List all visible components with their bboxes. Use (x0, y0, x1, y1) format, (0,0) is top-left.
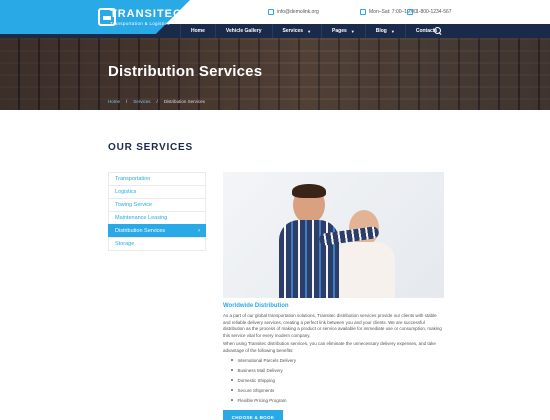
breadcrumb-separator: / (126, 99, 128, 104)
list-item-text: Flexible Pricing Program (237, 397, 287, 403)
list-item-text: Domestic Shipping (237, 377, 276, 383)
page-title: Distribution Services (108, 63, 263, 80)
sidebar-item-storage[interactable]: Storage (108, 237, 206, 251)
hero-banner: Distribution Services Home / Services / … (0, 38, 550, 110)
sidebar-item-label: Towing Service (115, 202, 152, 208)
service-photo (223, 172, 444, 298)
nav-item-label: Home (191, 28, 205, 34)
breadcrumb-services[interactable]: Services (133, 99, 150, 104)
nav-item-pages[interactable]: Pages ▼ (321, 24, 365, 38)
sidebar-item-label: Distribution Services (115, 228, 166, 234)
nav-items: Home Vehicle Gallery Services ▼ Pages ▼ Bl… (180, 24, 447, 38)
list-item-text: Business Mail Delivery (237, 367, 283, 373)
nav-item-services[interactable]: Services ▼ (271, 24, 322, 38)
sidebar-item-transportation[interactable]: Transportation (108, 172, 206, 186)
content-paragraph-2: When using Transitec distribution servic… (223, 341, 436, 353)
breadcrumb-home[interactable]: Home (108, 99, 120, 104)
contact-email[interactable]: info@demolink.org (268, 9, 319, 15)
nav-item-label: Vehicle Gallery (225, 28, 262, 34)
phone-icon (407, 9, 413, 15)
services-sidebar: Transportation Logistics Towing Service … (108, 172, 206, 251)
nav-item-blog[interactable]: Blog ▼ (364, 24, 405, 38)
photo-person-woman (335, 206, 395, 298)
list-item: Business Mail Delivery (231, 365, 296, 375)
chevron-down-icon: ▼ (390, 28, 395, 34)
bullet-icon (231, 399, 233, 401)
sidebar-item-label: Storage (115, 241, 135, 247)
nav-item-label: Pages (332, 28, 347, 34)
sidebar-item-logistics[interactable]: Logistics (108, 185, 206, 199)
search-icon[interactable] (434, 27, 442, 35)
list-item: Secure Shipments (231, 385, 296, 395)
nav-item-vehicle-gallery[interactable]: Vehicle Gallery (214, 24, 272, 38)
breadcrumb-separator: / (156, 99, 158, 104)
list-item: Domestic Shipping (231, 375, 296, 385)
chevron-down-icon: ▼ (307, 28, 312, 34)
bullet-icon (231, 359, 233, 361)
sidebar-item-label: Maintenance Leasing (115, 215, 168, 221)
bullet-icon (231, 389, 233, 391)
benefits-list: International Parcels Delivery Business … (231, 355, 296, 405)
sidebar-item-label: Logistics (115, 189, 137, 195)
list-item: International Parcels Delivery (231, 355, 296, 365)
contact-phone[interactable]: 1-800-1234-567 (407, 9, 452, 15)
brand-name: TRANSITEC (110, 8, 182, 20)
mail-icon (268, 9, 274, 15)
brand-tagline: Transportation & Logistics (110, 21, 170, 26)
breadcrumb: Home / Services / Distribution Services (108, 99, 205, 104)
bullet-icon (231, 379, 233, 381)
contact-phone-text: 1-800-1234-567 (416, 9, 452, 15)
bullet-icon (231, 369, 233, 371)
content-paragraph-1: As a part of our global transportation s… (223, 313, 442, 338)
list-item-text: International Parcels Delivery (237, 357, 297, 363)
chevron-down-icon: ▼ (350, 28, 355, 34)
nav-item-label: Blog (375, 28, 387, 34)
content-subheading: Worldwide Distribution (223, 303, 289, 309)
sidebar-item-distribution-services[interactable]: Distribution Services › (108, 224, 206, 238)
clock-icon (360, 9, 366, 15)
contact-email-text: info@demolink.org (277, 9, 319, 15)
nav-item-label: Services (282, 28, 304, 34)
sidebar-item-label: Transportation (115, 176, 151, 182)
sidebar-item-maintenance-leasing[interactable]: Maintenance Leasing (108, 211, 206, 225)
section-title: OUR SERVICES (108, 142, 193, 153)
breadcrumb-current: Distribution Services (163, 99, 205, 104)
choose-book-button[interactable]: CHOOSE & BOOK (223, 410, 283, 420)
chevron-right-icon: › (198, 228, 200, 234)
list-item: Flexible Pricing Program (231, 395, 296, 405)
brand-logo[interactable]: TRANSITEC Transportation & Logistics (98, 6, 190, 30)
sidebar-item-towing-service[interactable]: Towing Service (108, 198, 206, 212)
list-item-text: Secure Shipments (237, 387, 275, 393)
